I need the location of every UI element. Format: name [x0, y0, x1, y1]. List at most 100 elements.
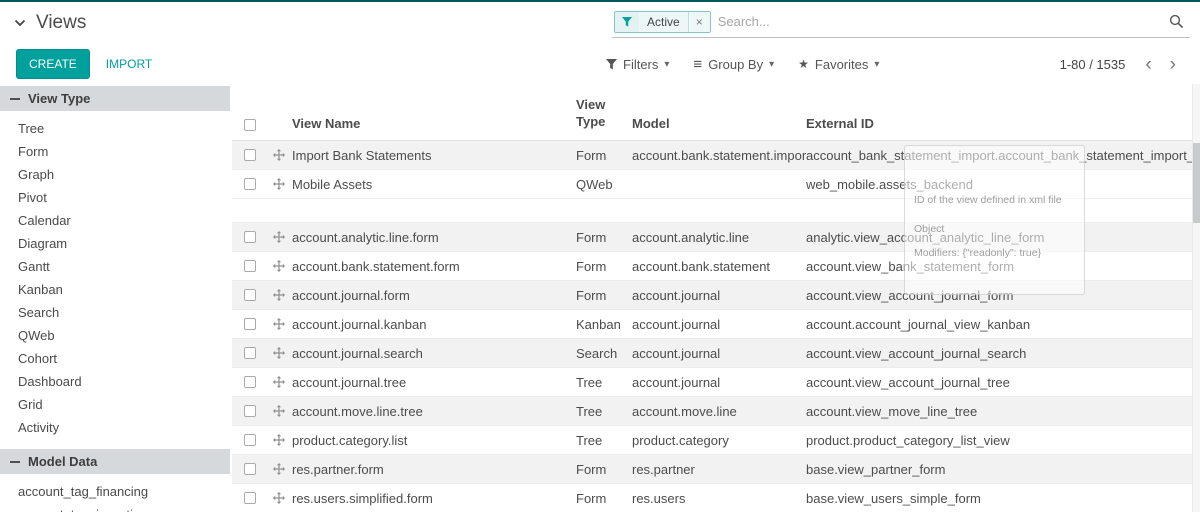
sidebar-item[interactable]: Search: [0, 301, 232, 324]
drag-handle-icon[interactable]: [273, 347, 285, 359]
sidebar-item[interactable]: Grid: [0, 393, 232, 416]
tooltip-help-text: ID of the view defined in xml file: [914, 194, 1075, 206]
table-row[interactable]: account.move.line.tree Tree account.move…: [232, 397, 1200, 426]
list-view: View Name View Type Model External ID Im…: [232, 84, 1200, 512]
external-id-cell: product.product_category_list_view: [806, 433, 1200, 448]
drag-handle-icon[interactable]: [273, 405, 285, 417]
pager-previous-button[interactable]: ‹: [1137, 55, 1159, 74]
sidebar-item[interactable]: Pivot: [0, 186, 232, 209]
row-checkbox[interactable]: [244, 405, 256, 417]
pager-range: 1-80 / 1535: [1060, 57, 1126, 72]
search-icon[interactable]: [1167, 14, 1186, 29]
model-cell: account.bank.statement: [632, 259, 806, 274]
sidebar-section-header[interactable]: View Type: [0, 86, 230, 111]
drag-handle-icon[interactable]: [273, 178, 285, 190]
drag-handle-icon[interactable]: [273, 492, 285, 504]
sidebar-item[interactable]: account_tag_financing: [0, 480, 232, 503]
vertical-scrollbar[interactable]: [1192, 84, 1200, 512]
sidebar-item[interactable]: Graph: [0, 163, 232, 186]
drag-handle-icon[interactable]: [273, 149, 285, 161]
row-checkbox[interactable]: [244, 289, 256, 301]
top-bar: Views Active ×: [0, 2, 1200, 44]
column-header-view-name[interactable]: View Name: [290, 116, 576, 131]
column-header-model[interactable]: Model: [632, 116, 806, 131]
view-type-cell: Form: [576, 259, 632, 274]
sidebar-section-header[interactable]: Model Data: [0, 449, 230, 474]
group-by-dropdown[interactable]: ≡ Group By ▾: [693, 57, 774, 72]
pager-next-button[interactable]: ›: [1162, 55, 1184, 74]
row-checkbox[interactable]: [244, 492, 256, 504]
view-type-cell: Form: [576, 288, 632, 303]
external-id-cell: base.view_users_simple_form: [806, 491, 1200, 506]
table-row[interactable]: account.journal.kanban Kanban account.jo…: [232, 310, 1200, 339]
drag-handle-icon[interactable]: [273, 434, 285, 446]
filters-dropdown[interactable]: Filters ▾: [606, 57, 669, 72]
table-row[interactable]: res.users.simplified.form Form res.users…: [232, 484, 1200, 512]
drag-handle-icon[interactable]: [273, 376, 285, 388]
model-cell: account.journal: [632, 346, 806, 361]
row-checkbox[interactable]: [244, 231, 256, 243]
sidebar-item[interactable]: QWeb: [0, 324, 232, 347]
table-row[interactable]: res.partner.form Form res.partner base.v…: [232, 455, 1200, 484]
drag-handle-icon[interactable]: [273, 463, 285, 475]
drag-handle-icon[interactable]: [273, 260, 285, 272]
view-name-cell: Import Bank Statements: [290, 148, 576, 163]
row-checkbox[interactable]: [244, 178, 256, 190]
sidebar-item[interactable]: account_tag_investing: [0, 503, 232, 512]
import-button[interactable]: IMPORT: [106, 57, 152, 71]
table-row[interactable]: account.journal.search Search account.jo…: [232, 339, 1200, 368]
row-checkbox[interactable]: [244, 149, 256, 161]
section-items: account_tag_financing account_tag_invest…: [0, 474, 232, 512]
sidebar-item[interactable]: Gantt: [0, 255, 232, 278]
filter-funnel-icon: [615, 12, 639, 32]
sidebar-item[interactable]: Calendar: [0, 209, 232, 232]
model-cell: account.move.line: [632, 404, 806, 419]
sidebar-item[interactable]: Tree: [0, 117, 232, 140]
tooltip-modifiers-text: Modifiers: {"readonly": true}: [914, 247, 1075, 259]
drag-handle-icon[interactable]: [273, 231, 285, 243]
create-button[interactable]: CREATE: [16, 49, 90, 79]
sidebar-item[interactable]: Activity: [0, 416, 232, 439]
table-row[interactable]: product.category.list Tree product.categ…: [232, 426, 1200, 455]
scrollbar-thumb[interactable]: [1193, 143, 1200, 223]
row-checkbox[interactable]: [244, 347, 256, 359]
row-checkbox[interactable]: [244, 434, 256, 446]
sidebar-item[interactable]: Cohort: [0, 347, 232, 370]
row-checkbox[interactable]: [244, 260, 256, 272]
group-by-label: Group By: [708, 57, 763, 72]
sidebar-section: Model Data account_tag_financing account…: [0, 449, 232, 512]
favorites-dropdown[interactable]: ★ Favorites ▾: [798, 57, 879, 72]
view-type-cell: Form: [576, 462, 632, 477]
view-type-cell: Form: [576, 230, 632, 245]
search-input[interactable]: [718, 14, 1167, 29]
caret-down-icon: ▾: [874, 59, 879, 70]
sidebar-item[interactable]: Dashboard: [0, 370, 232, 393]
column-header-external-id[interactable]: External ID: [806, 116, 1200, 131]
sidebar-item[interactable]: Form: [0, 140, 232, 163]
select-all-checkbox[interactable]: [244, 119, 256, 131]
drag-handle-icon[interactable]: [273, 318, 285, 330]
external-id-cell: base.view_partner_form: [806, 462, 1200, 477]
view-type-cell: Search: [576, 346, 632, 361]
drag-handle-icon[interactable]: [273, 289, 285, 301]
view-type-cell: Form: [576, 491, 632, 506]
table-row[interactable]: account.journal.tree Tree account.journa…: [232, 368, 1200, 397]
model-cell: account.bank.statement.import: [632, 148, 806, 163]
view-type-cell: Form: [576, 148, 632, 163]
column-header-view-type[interactable]: View Type: [576, 96, 632, 131]
remove-facet-icon[interactable]: ×: [688, 12, 710, 32]
minus-icon: [10, 461, 20, 463]
table-header: View Name View Type Model External ID: [232, 84, 1200, 141]
sidebar-section: View Type Tree Form Graph Pivot Calendar…: [0, 86, 232, 439]
search-bar[interactable]: Active ×: [612, 9, 1190, 38]
sidebar-item[interactable]: Diagram: [0, 232, 232, 255]
row-checkbox[interactable]: [244, 376, 256, 388]
external-id-cell: account.view_move_line_tree: [806, 404, 1200, 419]
row-checkbox[interactable]: [244, 318, 256, 330]
row-checkbox[interactable]: [244, 463, 256, 475]
section-items: Tree Form Graph Pivot Calendar Diagram G…: [0, 111, 232, 439]
minus-icon: [10, 98, 20, 100]
control-panel: CREATE IMPORT Filters ▾ ≡ Group By ▾ ★ F…: [0, 44, 1200, 84]
chevron-down-icon[interactable]: [14, 19, 26, 27]
sidebar-item[interactable]: Kanban: [0, 278, 232, 301]
